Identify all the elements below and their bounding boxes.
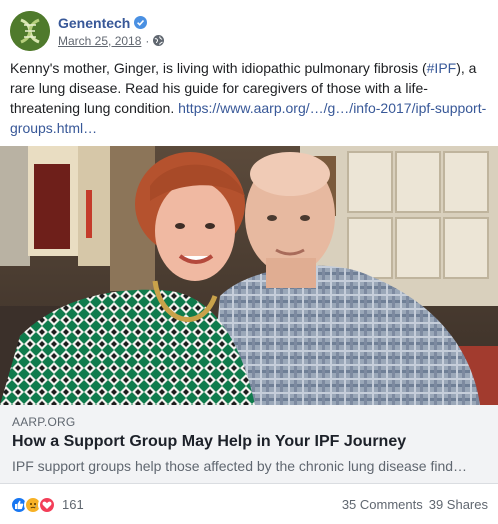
link-preview-card[interactable]: AARP.ORG How a Support Group May Help in… — [0, 405, 498, 484]
link-description: IPF support groups help those affected b… — [12, 458, 468, 474]
page-name[interactable]: Genentech — [58, 15, 130, 31]
post-meta: Genentech March 25, 2018 · — [58, 15, 165, 48]
reaction-count: 161 — [62, 497, 84, 512]
separator-dot: · — [145, 33, 150, 48]
love-icon — [38, 495, 56, 514]
page-name-row: Genentech — [58, 15, 164, 31]
shares-count-link[interactable]: 39 Shares — [429, 497, 488, 512]
comments-count-link[interactable]: 35 Comments — [342, 497, 423, 512]
post-footer: 161 35 Comments 39 Shares — [0, 485, 498, 524]
facebook-post: Genentech March 25, 2018 · Kenny's mothe… — [0, 0, 498, 524]
link-title[interactable]: How a Support Group May Help in Your IPF… — [12, 433, 406, 451]
engagement-counts: 35 Comments 39 Shares — [342, 497, 488, 512]
verified-badge-icon — [134, 16, 148, 29]
post-photo[interactable] — [0, 146, 498, 405]
reactions-summary[interactable]: 161 — [10, 495, 84, 514]
date-row: March 25, 2018 · — [58, 33, 165, 48]
globe-icon[interactable] — [153, 35, 165, 46]
post-text-part1: Kenny's mother, Ginger, is living with i… — [10, 60, 427, 76]
post-header: Genentech March 25, 2018 · — [10, 10, 165, 52]
link-domain: AARP.ORG — [12, 415, 76, 429]
genentech-logo-icon[interactable] — [10, 11, 50, 51]
post-message: Kenny's mother, Ginger, is living with i… — [10, 58, 490, 138]
post-date-link[interactable]: March 25, 2018 — [58, 34, 141, 48]
hashtag-link[interactable]: #IPF — [427, 60, 457, 76]
